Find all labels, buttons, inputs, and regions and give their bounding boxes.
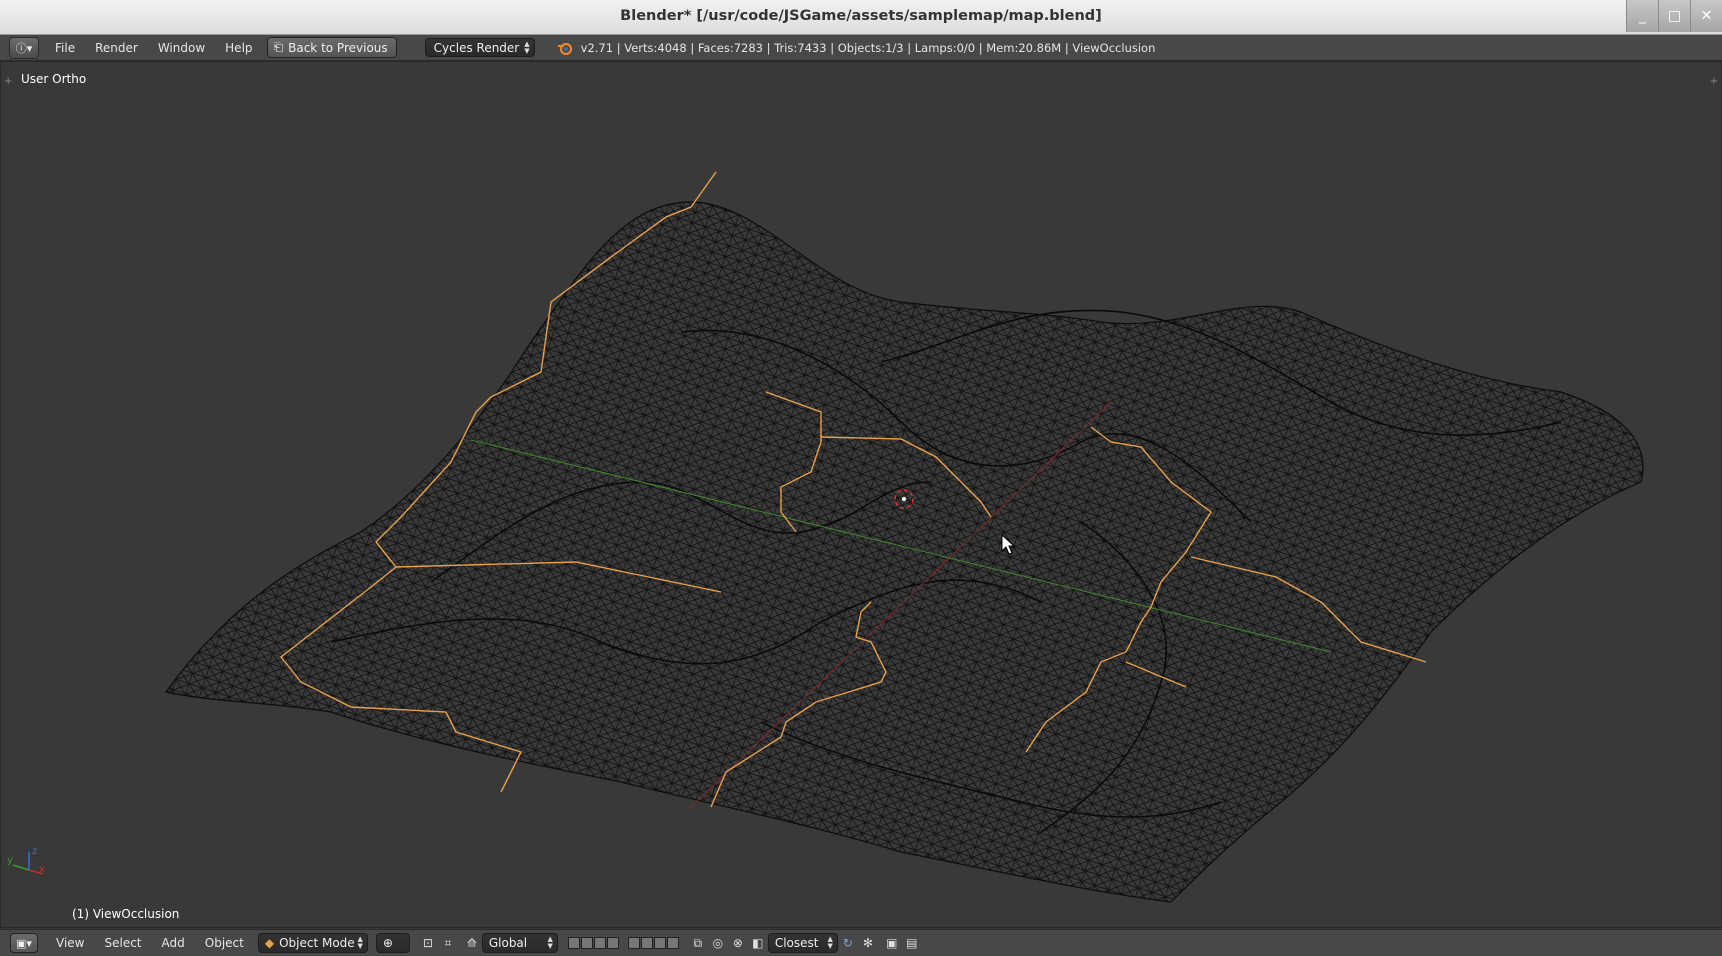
menu-add[interactable]: Add: [152, 936, 195, 950]
3d-view-header: ▣▾ View Select Add Object ◆ Object Mode …: [0, 929, 1722, 956]
snap-align-rotation-button[interactable]: ↻: [838, 933, 858, 953]
manipulator-toggle[interactable]: ⌗: [438, 933, 458, 953]
mode-value: Object Mode: [279, 936, 355, 950]
blender-logo-icon: [557, 42, 572, 55]
opengl-render-animation-button[interactable]: ▤: [902, 933, 922, 953]
layer-button[interactable]: [640, 937, 653, 949]
proportional-edit-button[interactable]: ◎: [708, 933, 728, 953]
film-clapper-icon: ▤: [906, 936, 918, 950]
object-mode-icon: ◆: [264, 936, 275, 950]
snap-target-value: Closest: [774, 936, 819, 950]
cube-editor-icon: ▣▾: [16, 936, 32, 950]
select-arrows-icon: ▲ ▼: [827, 935, 833, 950]
opengl-render-image-button[interactable]: ▣: [882, 933, 902, 953]
proportional-edit-icon: ◎: [712, 936, 724, 950]
mode-select[interactable]: ◆ Object Mode ▲ ▼: [257, 933, 368, 953]
layer-buttons-group-2[interactable]: [627, 937, 680, 949]
magnet-icon: ⊗: [732, 936, 743, 950]
align-rotation-icon: ↻: [842, 936, 853, 950]
select-arrows-icon: ▲ ▼: [357, 935, 363, 950]
maximize-button[interactable]: □: [1658, 0, 1690, 32]
close-button[interactable]: ✕: [1690, 0, 1722, 32]
menu-select[interactable]: Select: [94, 936, 151, 950]
translate-icon: ⟰: [466, 936, 477, 950]
scene-stats: v2.71 | Verts:4048 | Faces:7283 | Tris:7…: [557, 40, 1156, 55]
layer-lock-icon: ⧉: [693, 935, 703, 950]
axis-gizmo: z y x: [7, 846, 45, 875]
pivot-icon: ⊡: [422, 936, 433, 950]
render-engine-select[interactable]: Cycles Render ▲ ▼: [424, 38, 535, 57]
snap-element-icon: ◧: [752, 936, 764, 950]
terrain-mesh: [164, 201, 1644, 903]
info-icon: ⓘ▾: [15, 41, 33, 55]
active-object-label: (1) ViewOcclusion: [72, 907, 180, 921]
camera-render-icon: ▣: [886, 936, 898, 950]
axis-gizmo-y-label: y: [7, 855, 13, 866]
menu-render[interactable]: Render: [85, 41, 148, 55]
layer-button[interactable]: [653, 937, 666, 949]
layer-button[interactable]: [666, 937, 679, 949]
axis-gizmo-x-label: x: [39, 864, 45, 875]
screen-back-icon: ⎗: [273, 40, 284, 54]
layer-button[interactable]: [627, 937, 640, 949]
lock-camera-button[interactable]: ⧉: [688, 933, 708, 953]
menu-file[interactable]: File: [45, 41, 85, 55]
menu-object[interactable]: Object: [195, 936, 254, 950]
stats-text: v2.71 | Verts:4048 | Faces:7283 | Tris:7…: [580, 40, 1156, 55]
layer-buttons-group-1[interactable]: [567, 937, 620, 949]
axis-gizmo-z-label: z: [32, 846, 37, 857]
snap-target-select[interactable]: Closest ▲ ▼: [767, 933, 838, 953]
window-controls: _ □ ✕: [1626, 0, 1722, 32]
wireframe-shading-icon: ⊕: [382, 936, 393, 950]
orientation-value: Global: [488, 936, 528, 950]
snap-toggle[interactable]: ⊗: [728, 933, 748, 953]
layer-button[interactable]: [606, 937, 619, 949]
render-engine-value: Cycles Render: [433, 40, 520, 55]
project-icon: ✻: [862, 936, 873, 950]
window-titlebar: Blender* [/usr/code/JSGame/assets/sample…: [0, 0, 1722, 35]
info-editor-type-button[interactable]: ⓘ▾: [9, 36, 39, 59]
terrain-wireframe: z y x: [7, 171, 1644, 903]
minimize-button[interactable]: _: [1626, 0, 1658, 32]
back-to-previous-button[interactable]: ⎗ Back to Previous: [266, 37, 397, 58]
select-arrows-icon: ▲ ▼: [547, 935, 553, 950]
snap-element-select[interactable]: ◧: [748, 933, 768, 953]
layer-button[interactable]: [593, 937, 606, 949]
transform-manipulator-button[interactable]: ⟰: [462, 933, 482, 953]
pivot-point-select[interactable]: ⊡: [418, 933, 438, 953]
snap-project-button[interactable]: ✻: [858, 933, 878, 953]
layer-button[interactable]: [567, 937, 580, 949]
transform-orientation-select[interactable]: Global ▲ ▼: [481, 933, 558, 953]
info-header: ⓘ▾ File Render Window Help ⎗ Back to Pre…: [0, 35, 1722, 61]
menu-window[interactable]: Window: [148, 41, 215, 55]
menu-view[interactable]: View: [46, 936, 94, 950]
back-to-previous-label: Back to Previous: [288, 40, 388, 55]
view3d-editor-type-button[interactable]: ▣▾: [10, 933, 38, 953]
viewport-shading-select[interactable]: ⊕: [375, 933, 410, 953]
menu-help[interactable]: Help: [215, 41, 262, 55]
select-arrows-icon: ▲ ▼: [524, 40, 530, 55]
manipulator-icon: ⌗: [444, 935, 452, 950]
window-title: Blender* [/usr/code/JSGame/assets/sample…: [620, 8, 1102, 24]
layer-button[interactable]: [580, 937, 593, 949]
3d-viewport[interactable]: + + User Ortho z y x (1) ViewOcclusion: [0, 61, 1722, 928]
